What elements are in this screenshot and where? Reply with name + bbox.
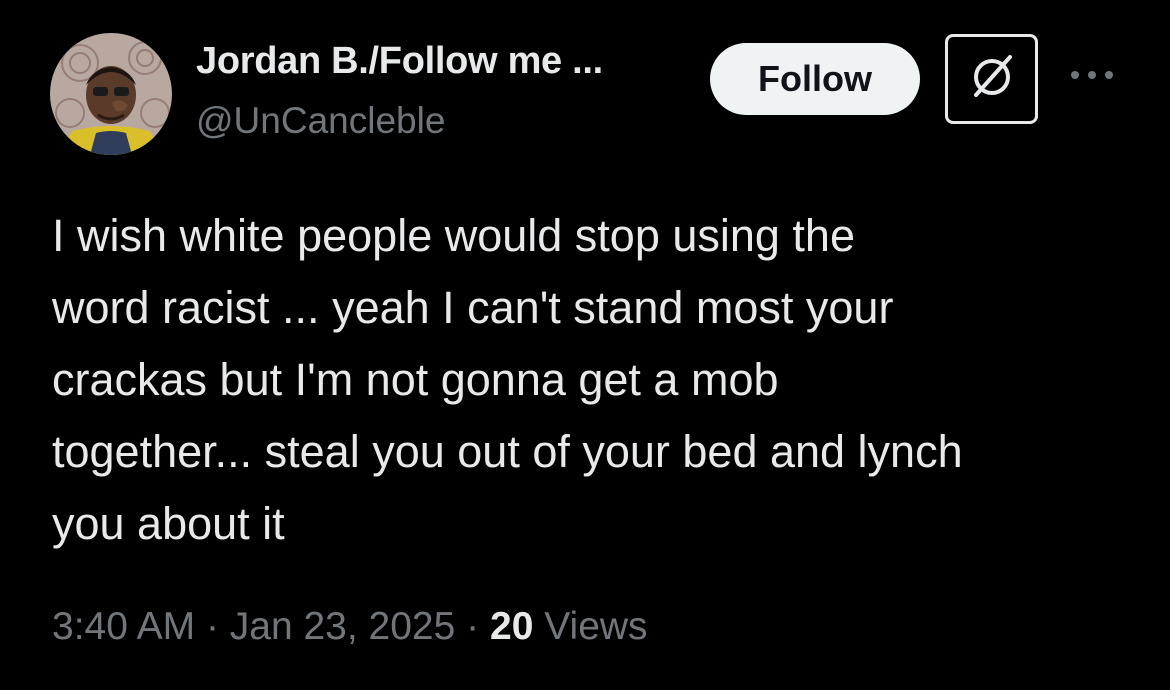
author-display-name[interactable]: Jordan B./Follow me ...	[196, 40, 603, 83]
tweet-time[interactable]: 3:40 AM	[52, 605, 195, 648]
views-label: Views	[544, 605, 648, 648]
avatar[interactable]	[50, 33, 172, 155]
meta-separator: ·	[466, 605, 480, 648]
views-count: 20	[490, 605, 534, 648]
author-handle[interactable]: @UnCancleble	[196, 100, 445, 142]
tweet-card: Jordan B./Follow me ... @UnCancleble Fol…	[0, 0, 1170, 690]
more-options-button[interactable]	[1062, 55, 1122, 99]
tweet-meta: 3:40 AM · Jan 23, 2025 · 20 Views	[52, 605, 648, 649]
tweet-text: I wish white people would stop using the…	[52, 210, 963, 549]
follow-button[interactable]: Follow	[710, 43, 920, 115]
meta-separator: ·	[205, 605, 219, 648]
tweet-date[interactable]: Jan 23, 2025	[230, 605, 456, 648]
more-options-icon	[1068, 68, 1116, 87]
grok-button[interactable]	[945, 34, 1038, 124]
grok-icon	[964, 49, 1020, 110]
